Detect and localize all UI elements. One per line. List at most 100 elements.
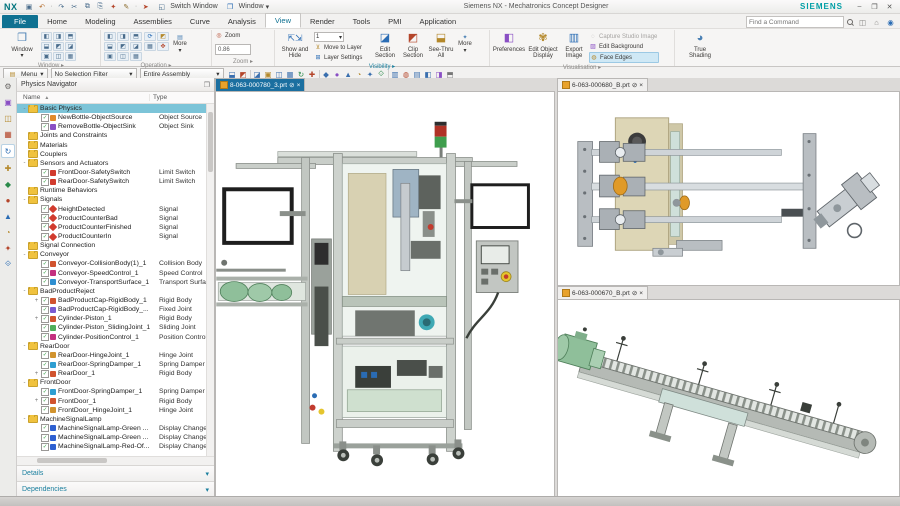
orient-view-icon[interactable]: ◨ <box>117 32 129 41</box>
layer-value-dropdown[interactable]: 1 ▾ <box>314 32 344 42</box>
tree-expander-icon[interactable]: - <box>21 197 28 203</box>
ribbon-tab-file[interactable]: File <box>2 15 39 28</box>
layer-settings-button[interactable]: ⊞ Layer Settings <box>314 53 370 62</box>
redo-icon[interactable]: ↷ <box>56 2 67 12</box>
tree-expander-icon[interactable]: - <box>21 252 28 258</box>
tree-vertical-scrollbar[interactable] <box>206 104 214 456</box>
tree-row[interactable]: ✓ RemoveBottle-ObjectSink Object Sink <box>17 122 214 131</box>
tree-row[interactable]: - Conveyor <box>17 250 214 259</box>
assembly-navigator-icon[interactable]: ◫ <box>2 112 14 124</box>
tree-expander-icon[interactable]: + <box>33 371 40 377</box>
tab-close-icon[interactable]: × <box>297 82 301 89</box>
viewport-tab-top-right[interactable]: 6-063-000680_B.prt ⊘ × <box>557 78 649 91</box>
tree-row[interactable]: ✓ RearDoor-SpringDamper_1 Spring Damper <box>17 360 214 369</box>
tree-row[interactable]: + ✓ Cylinder-Piston_1 Rigid Body <box>17 314 214 323</box>
edit-object-display-button[interactable]: ✾ Edit Object Display <box>527 31 559 60</box>
tree-row[interactable]: Runtime Behaviors <box>17 186 214 195</box>
split-left-icon[interactable]: ⬓ <box>41 42 52 51</box>
tree-checkbox[interactable]: ✓ <box>41 387 49 396</box>
tree-row[interactable]: ✓ ProductCounterBad Signal <box>17 214 214 223</box>
tile-horizontal-icon[interactable]: ◨ <box>53 32 64 41</box>
tab-pin-icon[interactable]: ⊘ <box>632 289 637 297</box>
tree-checkbox[interactable]: ✓ <box>41 278 49 287</box>
tree-checkbox[interactable]: ✓ <box>41 360 49 369</box>
tree-row[interactable]: - MachineSignalLamp <box>17 415 214 424</box>
ribbon-tab-render[interactable]: Render <box>301 15 344 28</box>
window-select-icon[interactable]: ◫ <box>857 17 868 28</box>
tab-close-icon[interactable]: × <box>639 290 643 297</box>
window-button[interactable]: ❐ Window ▾ <box>5 31 39 60</box>
ribbon-tab-application[interactable]: Application <box>410 15 465 28</box>
perspective-icon[interactable]: ◪ <box>130 42 142 51</box>
tree-row[interactable]: ✓ RearDoor-SafetySwitch Limit Switch <box>17 177 214 186</box>
tree-row[interactable]: ✓ Conveyor-SpeedControl_1 Speed Control <box>17 269 214 278</box>
restore-window-icon[interactable]: ▦ <box>65 52 76 61</box>
constraint-navigator-icon[interactable]: ▦ <box>2 128 14 140</box>
viewport-tab-main[interactable]: 8-063-000780_3.prt ⊘ × <box>215 78 306 91</box>
tile-vertical-icon[interactable]: ⬒ <box>65 32 76 41</box>
tree-row[interactable]: ✓ HeightDetected Signal <box>17 205 214 214</box>
column-header-type[interactable]: Type <box>149 94 214 101</box>
top-right-3d-canvas[interactable] <box>557 91 900 286</box>
physics-navigator-icon[interactable]: ↻ <box>1 144 15 158</box>
tree-row[interactable]: ✓ ProductCounterFinished Signal <box>17 223 214 232</box>
tree-row[interactable]: - Signals <box>17 195 214 204</box>
move-to-layer-button[interactable]: ⊻ Move to Layer <box>314 43 370 52</box>
column-header-name[interactable]: Name ▲ <box>17 94 149 101</box>
tree-checkbox[interactable]: ✓ <box>41 333 49 342</box>
history-icon[interactable]: ● <box>2 194 14 206</box>
tree-checkbox[interactable]: ✓ <box>41 424 49 433</box>
fit-window-icon[interactable]: ▦ <box>144 42 156 51</box>
tree-row[interactable]: ✓ NewBottle-ObjectSource Object Source <box>17 113 214 122</box>
tree-checkbox[interactable]: ✓ <box>41 269 49 278</box>
ribbon-tab-assemblies[interactable]: Assemblies <box>125 15 181 28</box>
copy-icon[interactable]: ⧉ <box>82 2 93 12</box>
split-right-icon[interactable]: ◩ <box>53 42 64 51</box>
tree-row[interactable]: ✓ ProductCounterIn Signal <box>17 232 214 241</box>
details-section-header[interactable]: Details ▾ <box>17 465 214 481</box>
tab-pin-icon[interactable]: ⊘ <box>289 81 294 89</box>
tree-row[interactable]: ✓ FrontDoor_HingeJoint_1 Hinge Joint <box>17 406 214 415</box>
dependencies-section-header[interactable]: Dependencies ▾ <box>17 481 214 497</box>
export-image-button[interactable]: ▥ Export Image <box>561 31 587 60</box>
help-icon[interactable]: ◉ <box>885 17 896 28</box>
close-button[interactable]: ✕ <box>883 2 896 12</box>
tree-row[interactable]: ✓ Cylinder-Piston_SlidingJoint_1 Sliding J… <box>17 323 214 332</box>
touch-icon[interactable]: ✦ <box>108 2 119 12</box>
tree-checkbox[interactable]: ✓ <box>41 259 49 268</box>
snapshot-icon[interactable]: ▦ <box>130 52 142 61</box>
tree-expander-icon[interactable]: - <box>21 288 28 294</box>
tree-row[interactable]: ✓ MachineSignalLamp-Green ... Display Chan… <box>17 424 214 433</box>
viewport-tab-bottom-right[interactable]: 6-063-000670_B.prt ⊘ × <box>557 286 649 299</box>
bottom-right-3d-canvas[interactable] <box>557 299 900 497</box>
tree-checkbox[interactable]: ✓ <box>41 406 49 415</box>
palette-icon[interactable]: ◔ <box>2 226 14 238</box>
sketch-icon[interactable]: ✎ <box>121 2 132 12</box>
undo-icon[interactable]: ↶ <box>37 2 48 12</box>
refresh-icon[interactable]: ▣ <box>104 52 116 61</box>
save-icon[interactable]: ▣ <box>24 2 35 12</box>
edit-section-button[interactable]: ◪ Edit Section <box>372 31 398 60</box>
roles-icon[interactable]: ▣ <box>2 96 14 108</box>
show-and-hide-button[interactable]: ⇱⇲ Show and Hide <box>278 31 312 60</box>
tree-expander-icon[interactable]: - <box>21 160 28 166</box>
fit-view-icon[interactable]: ◧ <box>104 32 116 41</box>
split-bottom-icon[interactable]: ▣ <box>41 52 52 61</box>
main-3d-canvas[interactable] <box>215 91 555 497</box>
materials-icon[interactable]: ▲ <box>2 210 14 222</box>
tree-expander-icon[interactable]: + <box>33 316 40 322</box>
trimetric-icon[interactable]: ⬒ <box>130 32 142 41</box>
tree-checkbox[interactable]: ✓ <box>41 214 49 223</box>
tree-checkbox[interactable]: ✓ <box>41 177 49 186</box>
pan-icon[interactable]: ⬓ <box>104 42 116 51</box>
tree-row[interactable]: ✓ Cylinder-PositionControl_1 Position Cont… <box>17 333 214 342</box>
see-thru-all-button[interactable]: ⬓ See-Thru All <box>428 31 454 60</box>
tree-checkbox[interactable]: ✓ <box>41 433 49 442</box>
tree-row[interactable]: - Basic Physics <box>17 104 214 114</box>
globe-icon[interactable]: ⟐ <box>2 258 14 270</box>
split-top-icon[interactable]: ◪ <box>65 42 76 51</box>
gear-icon[interactable]: ⚙ <box>2 80 14 92</box>
refresh-icon[interactable]: ⟳ <box>144 32 156 41</box>
capture-studio-image-button[interactable]: ◌ Capture Studio Image <box>589 32 659 41</box>
tree-row[interactable]: ✓ BadProductCap-RigidBody_... Fixed Joint <box>17 305 214 314</box>
